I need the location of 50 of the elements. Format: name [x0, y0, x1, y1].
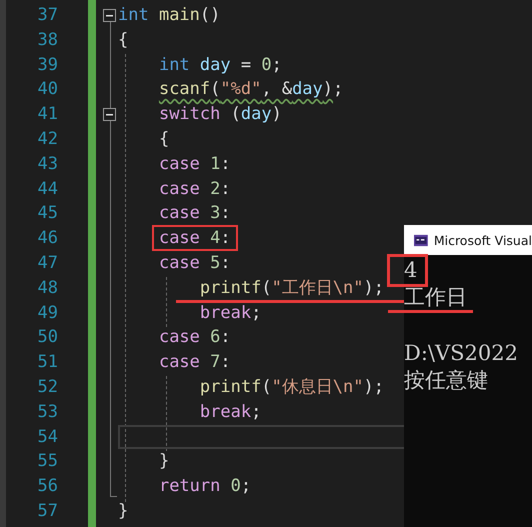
- code-line: return 0;: [158, 476, 252, 496]
- code-line: int main(): [118, 5, 220, 25]
- console-output: 工作日: [388, 285, 473, 313]
- console-app-icon: [414, 234, 428, 246]
- code-line: case 3:: [158, 203, 231, 224]
- indent-guide: [166, 277, 167, 327]
- code-line: break;: [200, 302, 262, 323]
- line-number: 51: [36, 351, 58, 374]
- line-number: 54: [36, 426, 58, 449]
- console-output: 4: [390, 257, 426, 284]
- code-line: case 6:: [158, 327, 231, 348]
- line-number: 57: [36, 500, 58, 523]
- line-number: 46: [36, 227, 58, 250]
- line-number: 43: [36, 152, 58, 176]
- line-number: 53: [36, 400, 58, 424]
- line-number: 52: [36, 376, 58, 399]
- line-number: 55: [36, 450, 58, 474]
- code-line: scanf("%d", &day);: [158, 79, 344, 100]
- code-line: switch (day): [158, 104, 282, 124]
- line-number: 49: [36, 302, 58, 325]
- console-output: D:\VS2022: [404, 340, 518, 367]
- code-line: case 5:: [158, 252, 231, 273]
- code-line: int day = 0;: [158, 54, 282, 75]
- line-number: 38: [36, 28, 58, 52]
- code-line: case 2:: [158, 178, 231, 199]
- line-number: 45: [36, 202, 58, 226]
- code-line: {: [158, 128, 170, 149]
- line-number: 56: [36, 475, 58, 498]
- line-number: 40: [36, 78, 58, 102]
- window-title: Microsoft Visual: [434, 232, 532, 248]
- code-line: printf("休息日\n");: [200, 376, 384, 397]
- collapse-icon[interactable]: [103, 8, 116, 22]
- code-line: }: [118, 500, 128, 521]
- code-line: printf("工作日\n");: [200, 278, 384, 298]
- line-number: 50: [36, 326, 58, 350]
- code-line: case 4:: [154, 228, 235, 248]
- console-output: 按任意键: [404, 367, 488, 394]
- code-line: break;: [200, 402, 262, 422]
- line-number: 44: [36, 178, 58, 201]
- code-line: {: [118, 30, 128, 50]
- code-line: }: [158, 451, 170, 472]
- line-number: 42: [36, 128, 58, 151]
- collapse-icon[interactable]: [103, 108, 116, 122]
- line-number: 39: [36, 54, 58, 77]
- line-number: 41: [36, 103, 58, 126]
- code-line: case 1:: [158, 154, 231, 174]
- code-line: case 7:: [158, 352, 231, 372]
- line-number: 47: [36, 252, 58, 275]
- line-number: 37: [36, 4, 58, 27]
- line-number: 48: [36, 276, 58, 300]
